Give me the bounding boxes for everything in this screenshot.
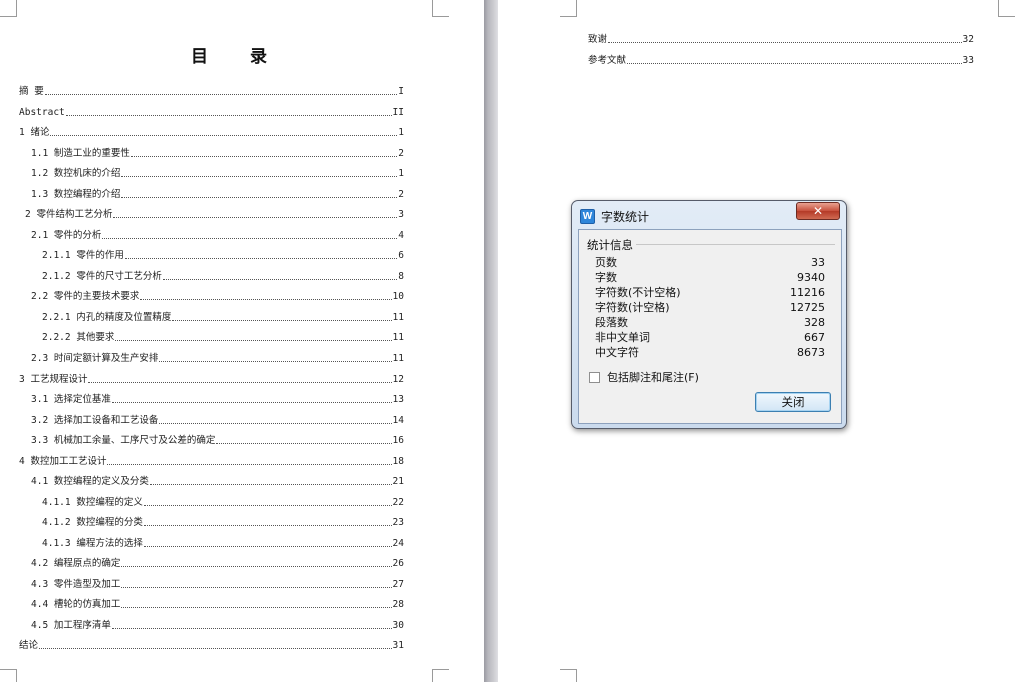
page-corner-mark [560,0,577,17]
close-button[interactable]: 关闭 [755,392,831,412]
toc-entry[interactable]: 摘 要I [19,84,404,98]
toc-title: 目 录 [191,47,285,67]
word-count-dialog: W 字数统计 ✕ 统计信息 页数 33 字数 9340 字符数(不计空格) 11… [571,200,847,429]
wps-writer-icon: W [580,209,595,224]
toc-entry[interactable]: 参考文献 33 [588,53,974,67]
document-page-left: 目 录 摘 要I Abstract II 1 绪论 1 1.1 制造工业的重要性 2 … [0,0,484,682]
stat-label: 中文字符 [595,346,639,359]
toc-entry[interactable]: 1.2 数控机床的介绍 1 [31,166,404,180]
stat-value: 328 [804,316,825,329]
toc-entry[interactable]: 4.1 数控编程的定义及分类 21 [31,474,404,488]
toc-entry[interactable]: 3.1 选择定位基准 13 [31,392,404,406]
dialog-title: 字数统计 [601,210,650,224]
toc-entry[interactable]: 2.1.1 零件的作用 6 [42,248,404,262]
stat-row-paragraphs: 段落数 328 [595,315,825,330]
stat-value: 9340 [797,271,825,284]
page-corner-mark [560,669,577,682]
stat-row-chars-no-spaces: 字符数(不计空格) 11216 [595,285,825,300]
toc-entry[interactable]: 3.2 选择加工设备和工艺设备 14 [31,413,404,427]
stat-value: 11216 [790,286,825,299]
page-corner-mark [0,0,17,17]
stat-label: 页数 [595,256,617,269]
toc-entry[interactable]: 2.2.1 内孔的精度及位置精度 11 [42,310,404,324]
toc-entry[interactable]: 2.1 零件的分析 4 [31,228,404,242]
toc-entry[interactable]: 2.3 时间定额计算及生产安排 11 [31,351,404,365]
stat-value: 8673 [797,346,825,359]
toc-entry[interactable]: 1.1 制造工业的重要性 2 [31,146,404,160]
page-corner-mark [0,669,17,682]
stat-row-chars-with-spaces: 字符数(计空格) 12725 [595,300,825,315]
toc-entry[interactable]: 2 零件结构工艺分析 3 [25,207,404,221]
toc-entry[interactable]: 结论 31 [19,638,404,652]
toc-entry[interactable]: 4.3 零件造型及加工 27 [31,577,404,591]
toc-entry[interactable]: 4.2 编程原点的确定 26 [31,556,404,570]
toc-entry[interactable]: 2.2.2 其他要求 11 [42,330,404,344]
toc-entry[interactable]: 1.3 数控编程的介绍 2 [31,187,404,201]
stat-label: 字符数(计空格) [595,301,670,314]
page-corner-mark [432,669,449,682]
stat-label: 字符数(不计空格) [595,286,681,299]
toc-entry[interactable]: 致谢 32 [588,32,974,46]
stat-row-pages: 页数 33 [595,255,825,270]
toc-entry[interactable]: 2.1.2 零件的尺寸工艺分析 8 [42,269,404,283]
toc-entry[interactable]: 2.2 零件的主要技术要求 10 [31,289,404,303]
toc-entry[interactable]: 1 绪论 1 [19,125,404,139]
toc-entry[interactable]: 4.1.1 数控编程的定义 22 [42,495,404,509]
page-corner-mark [998,0,1015,17]
toc-entry[interactable]: 4.5 加工程序清单 30 [31,618,404,632]
toc-entry[interactable]: 3 工艺规程设计 12 [19,372,404,386]
stat-row-non-chinese-words: 非中文单词 667 [595,330,825,345]
toc-entry[interactable]: 4.1.3 编程方法的选择 24 [42,536,404,550]
close-icon[interactable]: ✕ [796,202,840,220]
toc-entry[interactable]: 4.1.2 数控编程的分类 23 [42,515,404,529]
page-corner-mark [432,0,449,17]
toc-entry[interactable]: 4.4 槽轮的仿真加工 28 [31,597,404,611]
include-footnotes-checkbox[interactable] [589,372,600,383]
include-footnotes-label[interactable]: 包括脚注和尾注(F) [607,370,699,385]
dialog-titlebar[interactable]: W 字数统计 ✕ [572,201,846,231]
stat-value: 667 [804,331,825,344]
page-gutter [484,0,498,682]
toc-entry[interactable]: 4 数控加工工艺设计 18 [19,454,404,468]
toc-entry[interactable]: Abstract II [19,105,404,119]
stat-label: 非中文单词 [595,331,650,344]
stat-row-chinese-chars: 中文字符 8673 [595,345,825,360]
group-label: 统计信息 [587,237,636,253]
toc-entry[interactable]: 3.3 机械加工余量、工序尺寸及公差的确定 16 [31,433,404,447]
stat-value: 12725 [790,301,825,314]
stat-label: 段落数 [595,316,628,329]
stat-row-words: 字数 9340 [595,270,825,285]
stat-value: 33 [811,256,825,269]
stat-label: 字数 [595,271,617,284]
dialog-body: 统计信息 页数 33 字数 9340 字符数(不计空格) 11216 字符数(计… [578,229,842,424]
